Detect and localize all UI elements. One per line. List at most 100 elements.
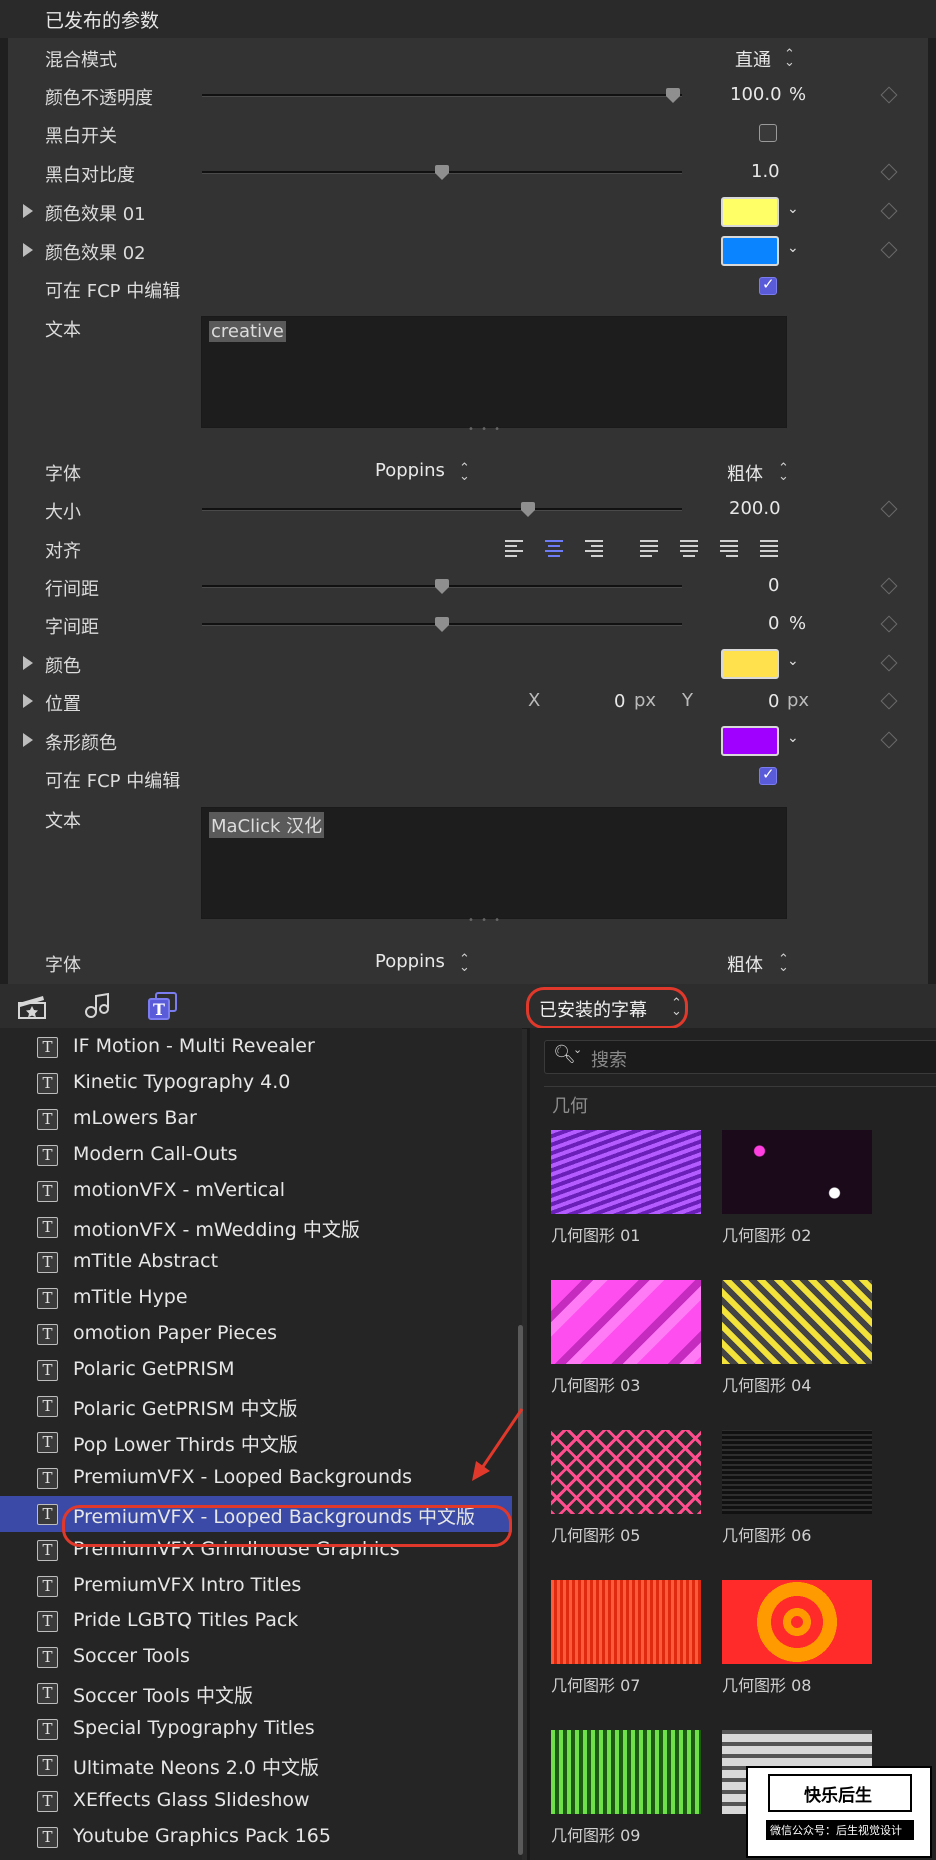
bw-contrast-slider-thumb[interactable]: [435, 165, 449, 180]
char-spacing-value[interactable]: 0: [768, 613, 779, 634]
font-1-weight[interactable]: 粗体: [727, 460, 763, 486]
keyframe-diamond-icon[interactable]: [880, 692, 898, 710]
editable-2-checkbox[interactable]: [759, 765, 777, 785]
list-item[interactable]: T XEffects Glass Slideshow: [0, 1783, 512, 1819]
list-item[interactable]: T PremiumVFX - Looped Backgrounds: [0, 1460, 512, 1496]
list-item[interactable]: Tomotion Paper Pieces: [0, 1316, 512, 1352]
clapperboard-icon[interactable]: [17, 994, 47, 1020]
list-item[interactable]: T Soccer Tools: [0, 1639, 512, 1675]
keyframe-diamond-icon[interactable]: [880, 202, 898, 220]
music-photo-icon[interactable]: [82, 992, 112, 1020]
list-item[interactable]: T Soccer Tools 中文版: [0, 1675, 512, 1711]
title-thumbnail[interactable]: [551, 1280, 701, 1364]
justify-center-icon[interactable]: [680, 540, 698, 557]
char-spacing-slider-thumb[interactable]: [435, 617, 449, 632]
font-1-weight-updown-icon[interactable]: ⌃ ⌄: [778, 462, 789, 483]
opacity-value[interactable]: 100.0: [730, 84, 782, 105]
justify-full-icon[interactable]: [760, 540, 778, 557]
list-item[interactable]: T Ultimate Neons 2.0 中文版: [0, 1747, 512, 1783]
list-item[interactable]: T Modern Call-Outs: [0, 1137, 512, 1173]
disclosure-triangle-icon[interactable]: [23, 204, 33, 218]
position-y-value[interactable]: 0: [768, 691, 779, 712]
size-slider[interactable]: [202, 508, 682, 511]
list-item[interactable]: T Polaric GetPRISM: [0, 1352, 512, 1388]
title-thumbnail[interactable]: [551, 1430, 701, 1514]
title-template-icon: T: [37, 1216, 58, 1238]
color-swatch[interactable]: [721, 649, 779, 679]
title-thumbnail[interactable]: [722, 1430, 872, 1514]
keyframe-diamond-icon[interactable]: [880, 241, 898, 259]
resize-grip-icon[interactable]: • • •: [468, 424, 502, 435]
bw-switch-checkbox[interactable]: [759, 124, 777, 142]
list-item[interactable]: T Special Typography Titles: [0, 1711, 512, 1747]
list-item[interactable]: TmotionVFX - mWedding 中文版: [0, 1209, 512, 1245]
line-spacing-slider-thumb[interactable]: [435, 579, 449, 594]
opacity-slider[interactable]: [202, 94, 682, 97]
title-thumbnail[interactable]: [722, 1280, 872, 1364]
bw-contrast-value[interactable]: 1.0: [751, 161, 780, 182]
chevron-down-icon[interactable]: ⌄: [787, 653, 799, 669]
disclosure-triangle-icon[interactable]: [23, 243, 33, 257]
color-effect-1-swatch[interactable]: [721, 197, 779, 227]
keyframe-diamond-icon[interactable]: [880, 654, 898, 672]
align-center-icon[interactable]: [545, 540, 563, 557]
list-item[interactable]: T Youtube Graphics Pack 165: [0, 1819, 512, 1855]
search-field[interactable]: 🔍︎ ⌄ 搜索: [544, 1040, 936, 1074]
opacity-slider-thumb[interactable]: [666, 88, 680, 103]
title-thumbnail[interactable]: [722, 1130, 872, 1214]
disclosure-triangle-icon[interactable]: [23, 733, 33, 747]
disclosure-triangle-icon[interactable]: [23, 694, 33, 708]
font-2-family-updown-icon[interactable]: ⌃ ⌄: [459, 953, 470, 974]
list-item[interactable]: T Pride LGBTQ Titles Pack: [0, 1603, 512, 1639]
list-item[interactable]: TmTitle Abstract: [0, 1244, 512, 1280]
font-1-family[interactable]: Poppins: [375, 460, 445, 481]
text-2-field[interactable]: MaClick 汉化: [201, 807, 787, 919]
keyframe-diamond-icon[interactable]: [880, 163, 898, 181]
resize-grip-icon[interactable]: • • •: [468, 915, 502, 926]
title-thumbnail[interactable]: [722, 1580, 872, 1664]
title-thumbnail[interactable]: [551, 1730, 701, 1814]
keyframe-diamond-icon[interactable]: [880, 615, 898, 633]
line-spacing-value[interactable]: 0: [768, 575, 779, 596]
list-item[interactable]: T Kinetic Typography 4.0: [0, 1065, 512, 1101]
library-list: T IF Motion - Multi Revealer T Kinetic Typo…: [0, 1028, 522, 1860]
installed-titles-dropdown[interactable]: 已安装的字幕 ⌃ ⌄: [526, 987, 688, 1029]
keyframe-diamond-icon[interactable]: [880, 86, 898, 104]
title-template-icon: T: [37, 1755, 58, 1776]
list-item[interactable]: TmTitle Hype: [0, 1280, 512, 1316]
font-2-family[interactable]: Poppins: [375, 951, 445, 972]
keyframe-diamond-icon[interactable]: [880, 577, 898, 595]
font-2-weight[interactable]: 粗体: [727, 951, 763, 977]
font-1-family-updown-icon[interactable]: ⌃ ⌄: [459, 462, 470, 483]
align-left-icon[interactable]: [505, 540, 523, 557]
list-item[interactable]: T PremiumVFX Intro Titles: [0, 1568, 512, 1604]
title-thumbnail[interactable]: [551, 1130, 701, 1214]
color-effect-2-swatch[interactable]: [721, 236, 779, 266]
justify-left-icon[interactable]: [640, 540, 658, 557]
bar-color-swatch[interactable]: [721, 726, 779, 756]
size-value[interactable]: 200.0: [729, 498, 781, 519]
list-item[interactable]: T IF Motion - Multi Revealer: [0, 1029, 512, 1065]
blend-mode-value[interactable]: 直通: [735, 46, 771, 72]
title-thumbnail[interactable]: [551, 1580, 701, 1664]
size-slider-thumb[interactable]: [521, 502, 535, 517]
editable-1-checkbox[interactable]: [759, 275, 777, 295]
list-item[interactable]: TmLowers Bar: [0, 1101, 512, 1137]
font-2-weight-updown-icon[interactable]: ⌃ ⌄: [778, 953, 789, 974]
blend-mode-updown-icon[interactable]: ⌃ ⌄: [784, 48, 795, 69]
chevron-down-icon[interactable]: ⌄: [787, 201, 799, 217]
position-x-value[interactable]: 0: [614, 691, 625, 712]
chevron-down-icon[interactable]: ⌄: [787, 730, 799, 746]
list-item[interactable]: TmotionVFX - mVertical: [0, 1173, 512, 1209]
list-item-label: Special Typography Titles: [73, 1717, 315, 1740]
disclosure-triangle-icon[interactable]: [23, 656, 33, 670]
chevron-down-icon[interactable]: ⌄: [787, 240, 799, 256]
text-1-field[interactable]: creative: [201, 316, 787, 428]
keyframe-diamond-icon[interactable]: [880, 731, 898, 749]
keyframe-diamond-icon[interactable]: [880, 500, 898, 518]
justify-right-icon[interactable]: [720, 540, 738, 557]
list-item[interactable]: T Polaric GetPRISM 中文版: [0, 1388, 512, 1424]
align-right-icon[interactable]: [585, 540, 603, 557]
titles-icon[interactable]: T: [147, 991, 179, 1021]
list-item[interactable]: T Pop Lower Thirds 中文版: [0, 1424, 512, 1460]
